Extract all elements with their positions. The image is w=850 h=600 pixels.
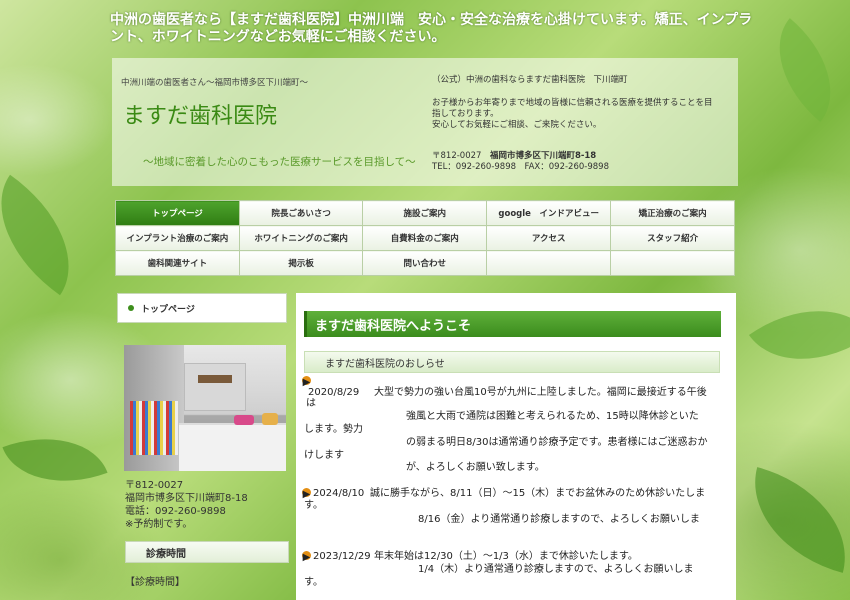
news-item-1-line: します。勢力 [304,424,363,435]
news-item-3-line: す。 [304,577,323,588]
nav-implant[interactable]: インプラント治療のご案内 [115,225,240,251]
nav-top[interactable]: トップページ [115,200,240,226]
news-item-1-line: けします [304,450,344,461]
header-desc-line: 安心してお気軽にご相談、ご来院ください。 [432,120,602,130]
nav-facility[interactable]: 施設ご案内 [362,200,488,226]
sidebar: トップページ 〒812-0027 福岡市博多区下川端町8-18 電話：092-2… [117,293,289,588]
header-description: お子様からお年寄りまで地域の皆様に信頼される医療を提供することを目 指しておりま… [432,98,713,131]
header-street: 福岡市博多区下川端町8-18 [489,151,597,161]
nav-empty [486,250,612,276]
header-address: 〒812-0027 福岡市博多区下川端町8-18 TEL：092-260-989… [432,151,609,173]
nav-staff[interactable]: スタッフ紹介 [610,225,735,251]
header-breadcrumb: 中洲川端の歯医者さん～福岡市博多区下川端町～ [121,78,309,88]
hours-heading-label: 診療時間 [146,548,186,560]
news-item-3-line: 年末年始は12/30（土）～1/3（水）まで休診いたします。 [374,551,638,562]
site-tagline: ～地域に密着した心のこもった医療サービスを目指して～ [143,156,416,168]
nav-related-sites[interactable]: 歯科関連サイト [115,250,240,276]
news-arrow-icon: ▶ [302,376,311,388]
leaf-decoration [0,174,101,296]
sidebar-tel: 電話：092-260-9898 [125,506,226,517]
main-content: ますだ歯科医院へようこそ ますだ歯科医院のおしらせ ▶ 2020/8/29 大型… [296,293,736,600]
nav-indoor-view[interactable]: google インドアビュー [486,200,612,226]
nav-orthodontics[interactable]: 矯正治療のご案内 [610,200,735,226]
leaf-decoration [736,467,850,573]
nav-contact[interactable]: 問い合わせ [362,250,488,276]
header-official-title: （公式）中洲の歯科ならますだ歯科医院 下川端町 [432,75,628,85]
news-heading: ますだ歯科医院のおしらせ [304,351,720,373]
sidebar-street: 福岡市博多区下川端町8-18 [125,493,248,504]
news-arrow-icon: ▶ [302,551,311,563]
leaf-decoration [748,277,850,393]
header-desc-line: 指しております。 [432,109,499,119]
sidebar-address: 〒812-0027 福岡市博多区下川端町8-18 電話：092-260-9898… [125,479,287,531]
main-navigation: トップページ 院長ごあいさつ 施設ご案内 google インドアビュー 矯正治療… [115,200,735,276]
leaf-decoration [2,416,108,504]
news-item-1-line: が、よろしくお願い致します。 [406,462,545,473]
news-heading-text: ますだ歯科医院のおしらせ [325,358,445,370]
bullet-icon [128,305,134,311]
welcome-heading: ますだ歯科医院へようこそ [304,311,721,337]
welcome-text: ますだ歯科医院へようこそ [315,318,472,334]
news-item-1-line: の弱まる明日8/30は通常通り診療予定です。患者様にはご迷惑おか [406,437,708,448]
nav-greeting[interactable]: 院長ごあいさつ [238,200,364,226]
hours-heading: 診療時間 [125,541,289,563]
clinic-reception-photo [124,345,286,471]
site-title[interactable]: ますだ歯科医院 [123,98,277,130]
news-arrow-icon: ▶ [302,488,311,500]
news-item-1-line: 強風と大雨で通院は困難と考えられるため、15時以降休診といた [406,411,699,422]
sidebar-top-label: トップページ [141,304,195,315]
news-item-2-line: 誠に勝手ながら、8/11（日）～15（木）までお盆休みのため休診いたしま [370,488,706,499]
nav-access[interactable]: アクセス [486,225,612,251]
news-item-3-line: 1/4（木）より通常通り診療しますので、よろしくお願いしま [418,564,694,575]
site-headline: 中洲の歯医者なら【ますだ歯科医院】中洲川端 安心・安全な治療を心掛けています。矯… [110,12,753,45]
nav-bbs[interactable]: 掲示板 [238,250,364,276]
news-item-2-line: 8/16（金）より通常通り診療しますので、よろしくお願いしま [418,514,700,525]
leaf-decoration [751,18,850,122]
sidebar-zip: 〒812-0027 [125,480,184,491]
news-item-1-line: は [306,398,316,409]
sidebar-top-link[interactable]: トップページ [117,293,287,323]
header-desc-line: お子様からお年寄りまで地域の皆様に信頼される医療を提供することを目 [432,98,713,108]
nav-empty [610,250,735,276]
hours-label: 【診療時間】 [125,577,185,588]
news-item-2-line: す。 [304,500,323,511]
nav-whitening[interactable]: ホワイトニングのご案内 [238,225,364,251]
header-zip: 〒812-0027 [432,151,482,161]
news-item-1-line: 大型で勢力の強い台風10号が九州に上陸しました。福岡に最接近する午後 [374,387,707,398]
news-item-3-date: 2023/12/29 [313,551,371,562]
header-tel: TEL：092-260-9898 FAX：092-260-9898 [432,162,609,172]
sidebar-note: ※予約制です。 [125,519,193,530]
nav-fees[interactable]: 自費料金のご案内 [362,225,488,251]
